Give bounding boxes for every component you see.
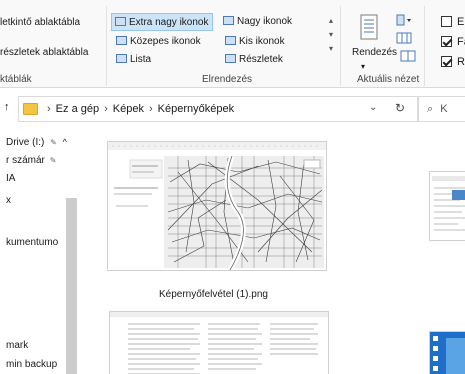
breadcrumb-pictures[interactable]: Képek — [113, 103, 144, 115]
nav-item-5[interactable]: kumentumo — [6, 237, 58, 248]
nav-item-drive[interactable]: Drive (I:) ✎ ^ — [6, 137, 67, 148]
file-thumbnail[interactable] — [429, 331, 465, 374]
medium-icons-icon — [116, 36, 127, 45]
file-thumbnail[interactable] — [107, 141, 327, 271]
preview-pane-label: letkintő ablaktábla — [0, 17, 81, 28]
gallery-down-icon[interactable]: ▾ — [325, 28, 337, 42]
breadcrumb-separator-icon[interactable]: › — [149, 103, 153, 115]
list-button[interactable]: Lista — [116, 51, 151, 69]
details-pane-label: részletek ablaktábla — [0, 47, 89, 58]
refresh-icon[interactable]: ↻ — [395, 101, 405, 115]
file-thumbnail[interactable] — [429, 171, 465, 241]
details-button[interactable]: Részletek — [225, 51, 283, 69]
checkbox-checked-icon[interactable] — [441, 56, 452, 67]
document-thumbnail-image — [430, 172, 465, 240]
large-icons-button[interactable]: Nagy ikonok — [223, 13, 292, 31]
gallery-up-icon[interactable]: ▴ — [325, 14, 337, 28]
ribbon-divider — [424, 6, 425, 86]
large-icons-icon — [223, 16, 234, 25]
breadcrumb-this-pc[interactable]: Ez a gép — [56, 103, 99, 115]
checkbox-checked-icon[interactable] — [441, 36, 452, 47]
ribbon: letkintő ablaktábla részletek ablaktábla… — [0, 0, 465, 88]
extra-large-icons-button[interactable]: Extra nagy ikonok — [111, 13, 213, 31]
small-icons-button[interactable]: Kis ikonok — [225, 33, 285, 51]
gallery-more-icon[interactable]: ▾ — [325, 42, 337, 56]
small-icons-label: Kis ikonok — [239, 36, 285, 47]
show-hide-label-1: El — [457, 16, 465, 28]
nav-item-4[interactable]: x — [6, 195, 11, 206]
search-placeholder: K — [440, 103, 448, 115]
group-by-icon — [396, 14, 411, 26]
pin-icon[interactable]: ✎ — [50, 138, 57, 147]
breadcrumb-screenshots[interactable]: Képernyőképek — [158, 103, 234, 115]
size-columns-icon — [400, 50, 416, 62]
breadcrumb-separator-icon[interactable]: › — [104, 103, 108, 115]
show-hide-checkbox-2[interactable]: Fá — [441, 36, 465, 48]
add-columns-button[interactable] — [396, 32, 412, 44]
nav-item-3[interactable]: IA — [6, 173, 15, 184]
pin-icon[interactable]: ✎ — [50, 156, 57, 165]
address-bar[interactable]: › Ez a gép › Képek › Képernyőképek ⌄ ↻ — [18, 96, 418, 122]
sort-by-icon — [360, 14, 378, 40]
sort-by-button[interactable] — [360, 14, 378, 40]
size-columns-button[interactable] — [400, 50, 416, 62]
checkbox-unchecked-icon[interactable] — [441, 16, 452, 27]
medium-icons-label: Közepes ikonok — [130, 36, 201, 47]
add-columns-icon — [396, 32, 412, 44]
details-pane-button[interactable]: részletek ablaktábla — [0, 44, 88, 62]
details-icon — [225, 54, 236, 63]
extra-large-icons-icon — [115, 17, 126, 26]
desktop-thumbnail-image — [430, 332, 465, 374]
current-view-group-label: Aktuális nézet — [357, 74, 420, 85]
layout-group-label: Elrendezés — [202, 74, 253, 85]
show-hide-label-2: Fá — [457, 36, 465, 48]
nav-item-label: r számár — [6, 155, 45, 166]
chevron-up-icon[interactable]: ^ — [63, 137, 67, 147]
details-label: Részletek — [239, 54, 283, 65]
nav-item-label: Drive (I:) — [6, 137, 45, 148]
show-hide-checkbox-3[interactable]: Re — [441, 56, 465, 68]
preview-pane-button[interactable]: letkintő ablaktábla — [0, 14, 80, 32]
nav-item-2[interactable]: r számár ✎ — [6, 155, 56, 166]
medium-icons-button[interactable]: Közepes ikonok — [116, 33, 201, 51]
file-name[interactable]: Képernyőfelvétel (1).png — [159, 289, 268, 300]
layout-gallery-scroll[interactable]: ▴ ▾ ▾ — [325, 14, 337, 56]
nav-scrollbar[interactable] — [66, 198, 77, 374]
up-arrow-icon[interactable]: ↑ — [4, 101, 10, 113]
list-label: Lista — [130, 54, 152, 65]
show-hide-checkbox-1[interactable]: El — [441, 16, 465, 28]
search-icon: ⌕ — [427, 103, 434, 115]
map-screenshot-image — [108, 142, 326, 270]
show-hide-label-3: Re — [457, 56, 465, 68]
folder-icon — [23, 103, 38, 115]
file-view: Képernyőfelvétel (1).png — [85, 129, 465, 374]
nav-item-6[interactable]: mark — [6, 340, 28, 351]
breadcrumb-separator-icon[interactable]: › — [47, 103, 51, 115]
text-document-thumbnail-image — [110, 312, 328, 374]
group-by-button[interactable] — [396, 14, 412, 26]
extra-large-icons-label: Extra nagy ikonok — [129, 17, 209, 28]
large-icons-label: Nagy ikonok — [237, 16, 293, 27]
ribbon-divider — [106, 6, 107, 86]
nav-item-7[interactable]: min backup — [6, 359, 57, 370]
ribbon-divider — [340, 6, 341, 86]
sort-by-label: Rendezés — [352, 47, 398, 58]
chevron-down-icon[interactable]: ⌄ — [369, 102, 377, 113]
small-icons-icon — [225, 36, 236, 45]
file-thumbnail[interactable] — [109, 311, 329, 374]
panes-group-label: ktáblák — [0, 74, 32, 85]
address-bar-row: ↑ › Ez a gép › Képek › Képernyőképek ⌄ ↻… — [0, 89, 465, 129]
list-icon — [116, 54, 127, 63]
search-box[interactable]: ⌕ K — [418, 96, 465, 122]
